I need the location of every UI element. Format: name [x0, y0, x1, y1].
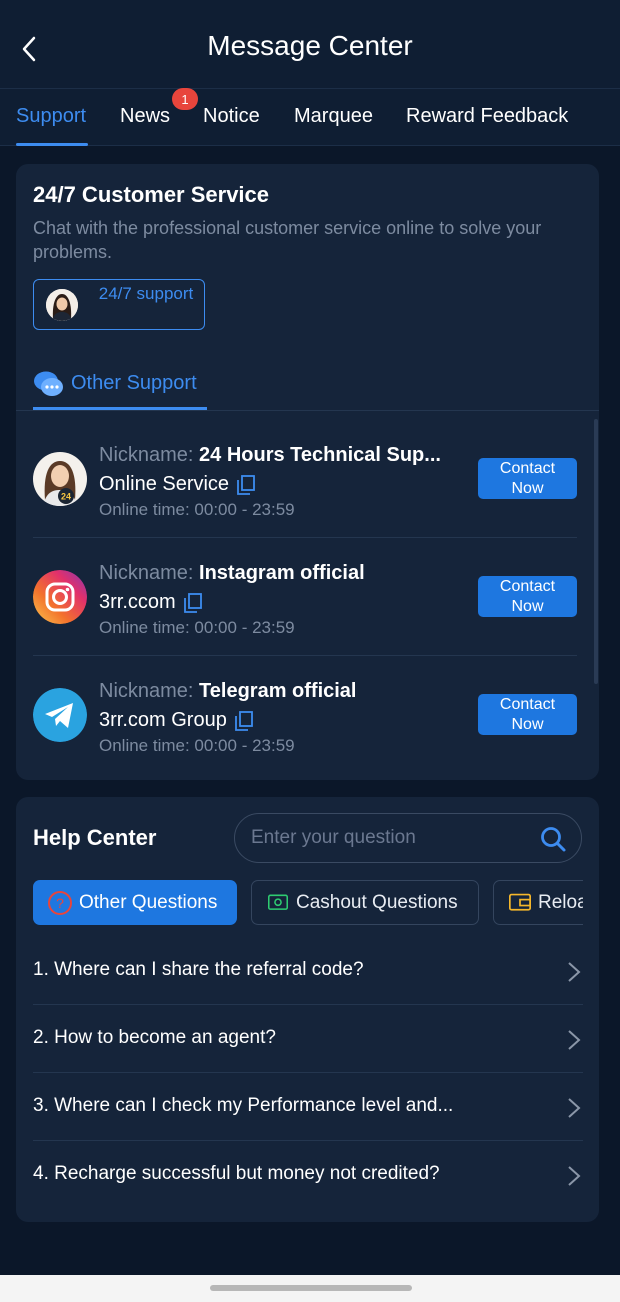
contact-row: Nickname: Instagram official 3rr.ccom On… [16, 538, 599, 656]
faq-item[interactable]: 3. Where can I check my Performance leve… [33, 1073, 583, 1141]
wallet-icon [509, 893, 531, 911]
support-button-label: 24/7 support [98, 284, 194, 303]
copy-icon[interactable] [237, 474, 255, 495]
contacts-scrollbar[interactable] [594, 419, 598, 684]
faq-item[interactable]: 1. Where can I share the referral code? [33, 937, 583, 1005]
help-category-chips: ? Other Questions Cashout Questions Relo… [33, 880, 583, 926]
header-bar: Message Center [0, 0, 620, 88]
agent-avatar: 24 [33, 452, 87, 506]
search-icon[interactable] [539, 825, 567, 853]
cash-icon [268, 894, 288, 910]
question-circle-icon: ? [48, 890, 72, 915]
faq-question: 4. Recharge successful but money not cre… [33, 1163, 440, 1184]
chevron-right-icon [568, 1098, 581, 1118]
customer-service-title: 24/7 Customer Service [33, 182, 270, 207]
tab-marquee[interactable]: Marquee [294, 105, 373, 128]
contact-row: Nickname: Telegram official 3rr.com Grou… [16, 656, 599, 774]
tab-news[interactable]: News [120, 105, 170, 128]
customer-service-description: Chat with the professional customer serv… [33, 218, 542, 262]
faq-question: 2. How to become an agent? [33, 1027, 276, 1048]
chevron-right-icon [568, 1166, 581, 1186]
chip-label: Other Questions [79, 891, 218, 913]
tab-support[interactable]: Support [16, 105, 86, 128]
system-navigation-bar [0, 1275, 620, 1302]
faq-item[interactable]: 4. Recharge successful but money not cre… [33, 1141, 583, 1209]
faq-question: 3. Where can I check my Performance leve… [33, 1095, 454, 1116]
active-tab-indicator [16, 143, 88, 146]
help-search-input[interactable] [251, 824, 521, 852]
chip-reload[interactable]: Reloa [493, 880, 583, 925]
chip-cashout-questions[interactable]: Cashout Questions [251, 880, 479, 925]
contact-online-time: Online time: 00:00 - 23:59 [99, 500, 295, 519]
agent-avatar-small [46, 289, 78, 321]
telegram-icon [33, 688, 87, 742]
help-center-title: Help Center [33, 825, 157, 850]
svg-text:?: ? [56, 895, 64, 911]
contact-service: 3rr.ccom [99, 591, 202, 614]
news-unread-badge: 1 [172, 88, 198, 110]
tab-reward-feedback[interactable]: Reward Feedback [406, 105, 568, 128]
copy-icon[interactable] [183, 592, 202, 613]
tab-notice[interactable]: Notice [203, 105, 260, 128]
chip-other-questions[interactable]: ? Other Questions [33, 880, 237, 925]
tab-bar: Support News Notice Marquee Reward Feedb… [0, 88, 620, 146]
contact-now-button[interactable]: Contact Now [478, 694, 577, 735]
chip-label: Cashout Questions [296, 891, 458, 913]
contact-nickname: Nickname: Telegram official [99, 680, 357, 702]
contact-nickname: Nickname: 24 Hours Technical Sup... [99, 444, 441, 466]
contact-service: Online Service [99, 473, 255, 496]
contact-online-time: Online time: 00:00 - 23:59 [99, 618, 295, 637]
customer-service-card: 24/7 Customer Service Chat with the prof… [16, 164, 599, 780]
contact-service: 3rr.com Group [99, 709, 253, 732]
faq-item[interactable]: 2. How to become an agent? [33, 1005, 583, 1073]
other-support-label: Other Support [71, 372, 197, 394]
contact-online-time: Online time: 00:00 - 23:59 [99, 736, 295, 755]
home-indicator[interactable] [210, 1285, 412, 1291]
help-search-box [234, 813, 582, 863]
instagram-icon [33, 570, 87, 624]
divider [16, 410, 599, 411]
chevron-right-icon [568, 1030, 581, 1050]
faq-question: 1. Where can I share the referral code? [33, 959, 364, 980]
contact-nickname: Nickname: Instagram official [99, 562, 365, 584]
support-24-7-button[interactable]: 24/7 support [33, 279, 205, 330]
chat-bubble-icon [34, 371, 63, 396]
chip-label: Reloa [538, 891, 583, 913]
contact-row: 24 Nickname: 24 Hours Technical Sup... O… [16, 420, 599, 538]
contact-now-button[interactable]: Contact Now [478, 576, 577, 617]
copy-icon[interactable] [234, 710, 253, 731]
page-title: Message Center [207, 30, 413, 61]
svg-text:24: 24 [61, 492, 71, 502]
help-center-card: Help Center ? Other Questions Cashout Qu… [16, 797, 599, 1222]
chevron-right-icon [568, 962, 581, 982]
contact-now-button[interactable]: Contact Now [478, 458, 577, 499]
